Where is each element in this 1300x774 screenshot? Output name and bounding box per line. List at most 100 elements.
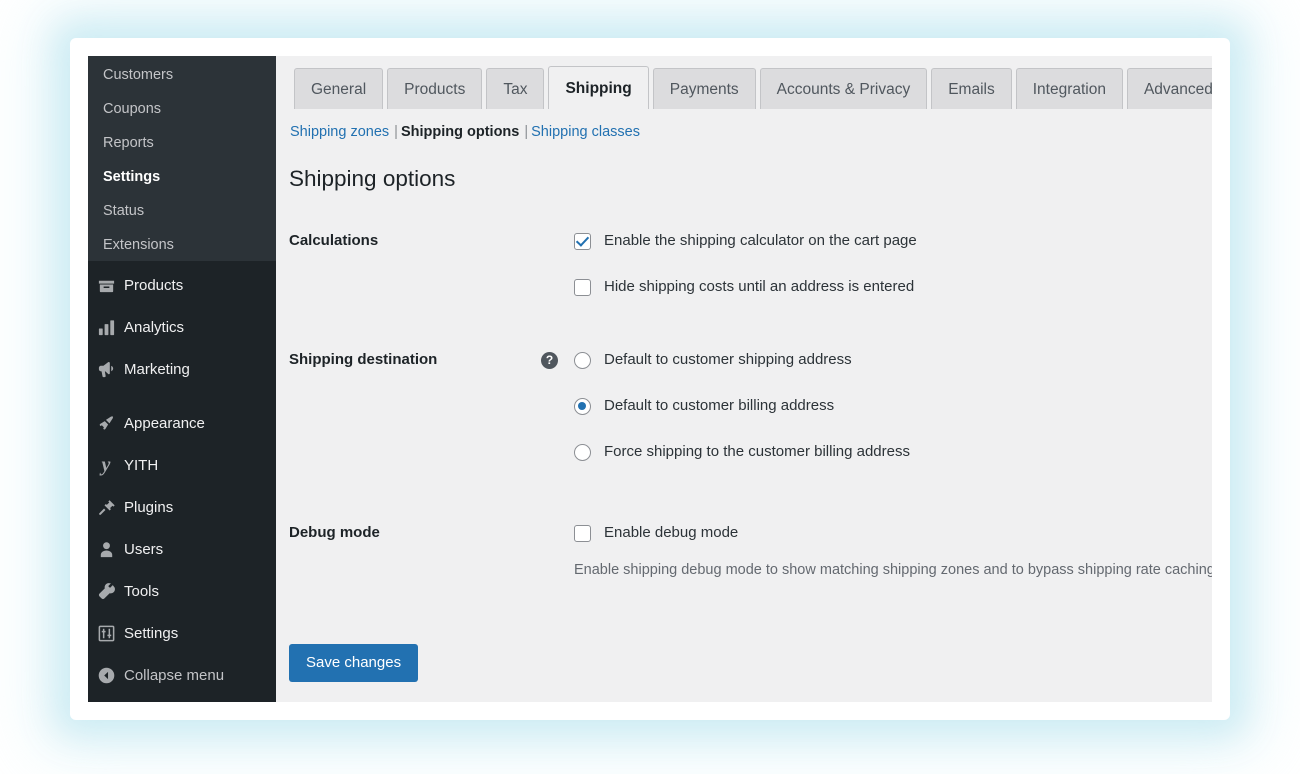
setting-label-debug-mode: Debug mode (289, 524, 380, 541)
subnav-separator: | (394, 124, 398, 140)
shipping-subnav: Shipping zones | Shipping options | Shipping… (290, 124, 640, 140)
sidebar-item-label: Tools (124, 583, 160, 600)
sidebar-item-analytics[interactable]: Analytics (88, 307, 276, 348)
tab-label: Advanced (1143, 81, 1212, 98)
tab-shipping[interactable]: Shipping (548, 66, 649, 109)
radio-row-default-billing-address[interactable]: Default to customer billing address (574, 397, 1212, 443)
analytics-icon (88, 318, 124, 337)
sidebar-item-label: YITH (124, 457, 159, 474)
products-icon (88, 276, 124, 295)
tab-label: Payments (669, 81, 739, 98)
hide-shipping-costs-checkbox[interactable] (574, 279, 591, 296)
tab-label: Shipping (565, 80, 632, 97)
collapse-icon (88, 666, 124, 685)
save-changes-button[interactable]: Save changes (289, 644, 419, 682)
tab-general[interactable]: General (294, 68, 384, 109)
tab-label: Tax (503, 81, 528, 98)
subnav-separator: | (524, 124, 529, 140)
checkbox-label: Enable the shipping calculator on the ca… (604, 232, 917, 249)
sidebar-item-status[interactable]: Status (88, 194, 276, 228)
sidebar-item-settings-main[interactable]: Settings (88, 613, 276, 654)
settings-tab-bar: General Products Tax Shipping Payments A… (276, 56, 1212, 109)
sidebar-item-label: Status (103, 203, 145, 219)
tab-emails[interactable]: Emails (931, 68, 1012, 109)
tools-icon (88, 582, 124, 601)
sidebar-item-extensions[interactable]: Extensions (88, 228, 276, 262)
tab-accounts-privacy[interactable]: Accounts & Privacy (759, 68, 928, 109)
sidebar-item-marketing[interactable]: Marketing (88, 349, 276, 390)
debug-mode-description: Enable shipping debug mode to show match… (574, 562, 1212, 578)
users-icon (88, 540, 124, 559)
tab-label: Emails (948, 81, 995, 98)
sidebar-item-label: Reports (103, 135, 154, 151)
checkbox-label: Hide shipping costs until an address is … (604, 278, 915, 295)
setting-label-shipping-destination: Shipping destination (289, 351, 438, 368)
sidebar-item-label: Coupons (103, 101, 162, 117)
sidebar-item-label: Customers (103, 67, 174, 83)
tab-strip: General Products Tax Shipping Payments A… (294, 66, 1212, 109)
appearance-icon (88, 414, 124, 433)
sidebar-item-products[interactable]: Products (88, 265, 276, 306)
sidebar-item-label: Users (124, 541, 164, 558)
enable-debug-mode-checkbox[interactable] (574, 525, 591, 542)
collapse-menu-button[interactable]: Collapse menu (88, 655, 276, 696)
marketing-icon (88, 360, 124, 379)
sidebar-item-label: Collapse menu (124, 667, 225, 684)
checkbox-label: Enable debug mode (604, 524, 739, 541)
radio-row-default-shipping-address[interactable]: ? Default to customer shipping address (541, 351, 1212, 397)
sidebar-item-label: Appearance (124, 415, 205, 432)
sidebar-item-label: Products (124, 277, 184, 294)
sidebar-item-settings[interactable]: Settings (88, 160, 276, 194)
force-billing-address-radio[interactable] (574, 444, 591, 461)
tab-advanced[interactable]: Advanced (1126, 68, 1212, 109)
subnav-link-shipping-zones[interactable]: Shipping zones (290, 124, 389, 140)
settings-content: General Products Tax Shipping Payments A… (276, 56, 1212, 702)
page-title: Shipping options (289, 166, 456, 191)
sidebar-item-yith[interactable]: y YITH (88, 445, 276, 486)
sidebar-item-customers[interactable]: Customers (88, 58, 276, 92)
sidebar-item-users[interactable]: Users (88, 529, 276, 570)
setting-field-calculations: Enable the shipping calculator on the ca… (574, 232, 1212, 324)
sidebar-item-reports[interactable]: Reports (88, 126, 276, 160)
sidebar-divider (88, 396, 276, 397)
setting-field-debug-mode: Enable debug mode Enable shipping debug … (574, 524, 1212, 579)
enable-shipping-calculator-checkbox[interactable] (574, 233, 591, 250)
woocommerce-submenu: Customers Coupons Reports Settings Statu… (88, 56, 276, 261)
tab-label: Integration (1032, 81, 1106, 98)
sidebar-item-appearance[interactable]: Appearance (88, 403, 276, 444)
sidebar-item-label: Marketing (124, 361, 190, 378)
sidebar-item-label: Settings (124, 625, 179, 642)
tab-payments[interactable]: Payments (652, 68, 756, 109)
admin-sidebar: Customers Coupons Reports Settings Statu… (88, 56, 276, 702)
tab-tax[interactable]: Tax (486, 68, 545, 109)
tab-products[interactable]: Products (387, 68, 483, 109)
radio-row-force-billing-address[interactable]: Force shipping to the customer billing a… (574, 443, 1212, 489)
subnav-link-shipping-classes[interactable]: Shipping classes (531, 124, 640, 140)
tab-label: Accounts & Privacy (776, 81, 911, 98)
sidebar-item-coupons[interactable]: Coupons (88, 92, 276, 126)
checkbox-row-hide-shipping-costs[interactable]: Hide shipping costs until an address is … (574, 278, 1212, 324)
help-icon[interactable]: ? (541, 352, 558, 369)
radio-label: Default to customer billing address (604, 397, 835, 414)
sidebar-item-label: Plugins (124, 499, 174, 516)
setting-label-calculations: Calculations (289, 232, 379, 249)
tab-label: General (311, 81, 367, 98)
setting-field-shipping-destination: ? Default to customer shipping address D… (541, 351, 1212, 489)
subnav-link-shipping-options[interactable]: Shipping options (401, 124, 519, 140)
yith-icon: y (101, 454, 111, 476)
checkbox-row-enable-debug-mode[interactable]: Enable debug mode (574, 524, 1212, 561)
default-shipping-address-radio[interactable] (574, 352, 591, 369)
tab-integration[interactable]: Integration (1015, 68, 1123, 109)
sidebar-item-label: Analytics (124, 319, 185, 336)
sidebar-item-tools[interactable]: Tools (88, 571, 276, 612)
sidebar-item-label: Extensions (103, 237, 174, 253)
checkbox-row-enable-calculator[interactable]: Enable the shipping calculator on the ca… (574, 232, 1212, 278)
screenshot-stage: Customers Coupons Reports Settings Statu… (0, 0, 1300, 774)
sidebar-item-label: Settings (103, 169, 161, 185)
wordpress-admin-panel: Customers Coupons Reports Settings Statu… (88, 56, 1212, 702)
sidebar-item-plugins[interactable]: Plugins (88, 487, 276, 528)
settings-icon (88, 624, 124, 643)
default-billing-address-radio[interactable] (574, 398, 591, 415)
radio-label: Default to customer shipping address (604, 351, 852, 368)
tab-label: Products (404, 81, 466, 98)
